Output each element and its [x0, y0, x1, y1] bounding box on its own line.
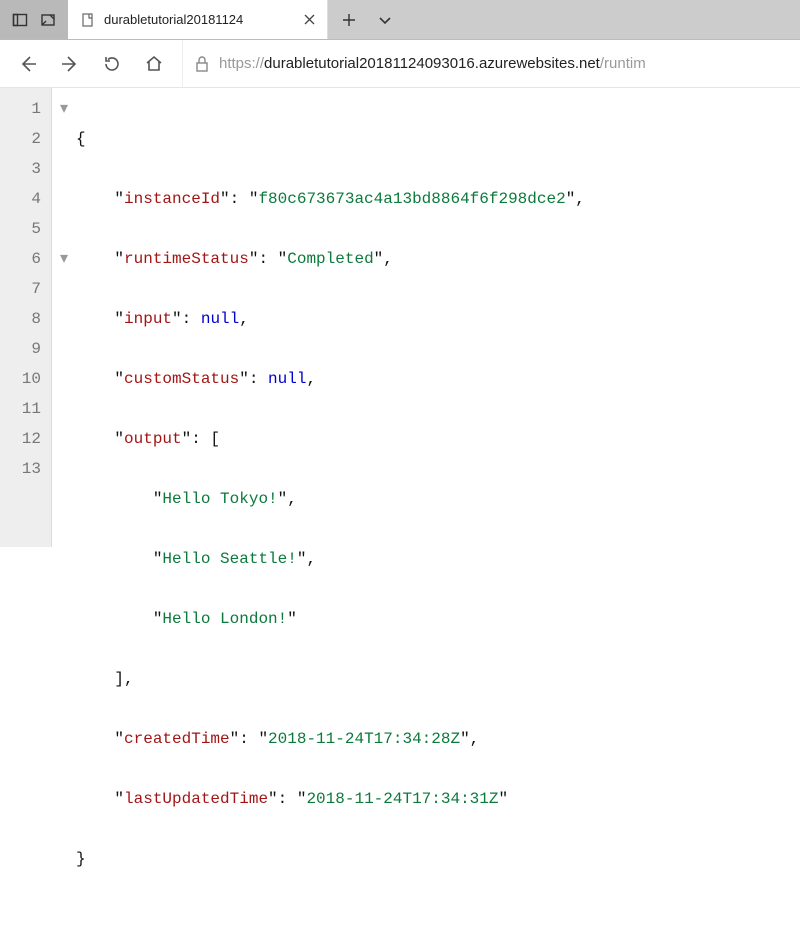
code-line: ],	[76, 664, 585, 694]
fold-column: ▾ ▾	[52, 88, 76, 547]
code-line: "createdTime": "2018-11-24T17:34:28Z",	[76, 724, 585, 754]
tab-aside-icon[interactable]	[6, 0, 34, 40]
line-number: 6	[0, 244, 41, 274]
line-number: 12	[0, 424, 41, 454]
title-bar: durabletutorial20181124	[0, 0, 800, 40]
code-line: }	[76, 844, 585, 874]
code-area[interactable]: { "instanceId": "f80c673673ac4a13bd8864f…	[76, 88, 585, 547]
json-viewer: 1 2 3 4 5 6 7 8 9 10 11 12 13 ▾ ▾ { "ins…	[0, 88, 800, 547]
code-line: "input": null,	[76, 304, 585, 334]
nav-bar: https://durabletutorial20181124093016.az…	[0, 40, 800, 88]
url-text: https://durabletutorial20181124093016.az…	[219, 55, 646, 72]
line-number: 9	[0, 334, 41, 364]
code-line: "Hello Tokyo!",	[76, 484, 585, 514]
code-line: "Hello London!"	[76, 604, 585, 634]
address-bar[interactable]: https://durabletutorial20181124093016.az…	[182, 40, 790, 87]
page-icon	[80, 12, 96, 28]
fold-caret-icon[interactable]: ▾	[57, 94, 71, 124]
line-number: 10	[0, 364, 41, 394]
forward-button[interactable]	[52, 46, 88, 82]
tabs-dropdown-button[interactable]	[368, 0, 402, 40]
lock-icon	[195, 56, 209, 72]
line-number: 11	[0, 394, 41, 424]
code-line: "output": [	[76, 424, 585, 454]
tab-title: durabletutorial20181124	[104, 12, 293, 27]
tabs-list-icon[interactable]	[34, 0, 62, 40]
code-line: "customStatus": null,	[76, 364, 585, 394]
back-button[interactable]	[10, 46, 46, 82]
line-number: 4	[0, 184, 41, 214]
line-number: 8	[0, 304, 41, 334]
home-button[interactable]	[136, 46, 172, 82]
code-line: "lastUpdatedTime": "2018-11-24T17:34:31Z…	[76, 784, 585, 814]
close-tab-icon[interactable]	[301, 12, 317, 28]
line-number: 13	[0, 454, 41, 484]
code-line: "Hello Seattle!",	[76, 544, 585, 574]
line-gutter: 1 2 3 4 5 6 7 8 9 10 11 12 13	[0, 88, 52, 547]
line-number: 3	[0, 154, 41, 184]
code-line: "instanceId": "f80c673673ac4a13bd8864f6f…	[76, 184, 585, 214]
new-tab-button[interactable]	[332, 0, 366, 40]
code-line: "runtimeStatus": "Completed",	[76, 244, 585, 274]
line-number: 1	[0, 94, 41, 124]
url-scheme: https://	[219, 55, 264, 72]
line-number: 5	[0, 214, 41, 244]
url-host: durabletutorial20181124093016.azurewebsi…	[264, 55, 600, 72]
fold-caret-icon[interactable]: ▾	[57, 244, 71, 274]
window-sys-buttons	[0, 0, 68, 39]
tab-actions	[328, 0, 406, 39]
line-number: 7	[0, 274, 41, 304]
line-number: 2	[0, 124, 41, 154]
browser-tab[interactable]: durabletutorial20181124	[68, 0, 328, 39]
refresh-button[interactable]	[94, 46, 130, 82]
code-line: {	[76, 124, 585, 154]
url-path: /runtim	[600, 55, 646, 72]
